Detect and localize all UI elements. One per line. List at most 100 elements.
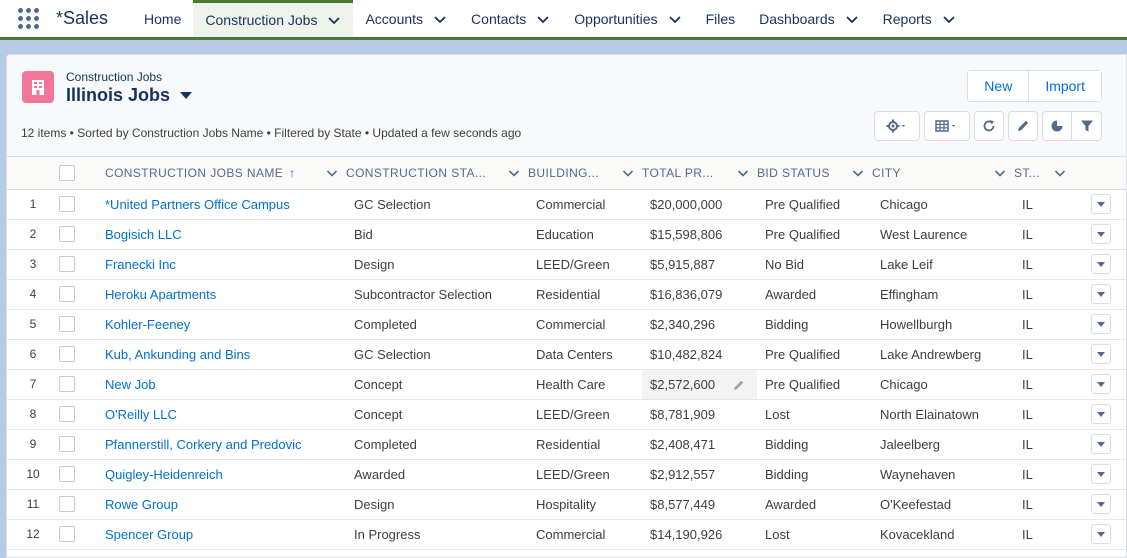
- name-cell: O'Reilly LLC: [105, 399, 346, 430]
- row-action-menu-button[interactable]: [1091, 494, 1111, 514]
- row-action-menu-button[interactable]: [1091, 224, 1111, 244]
- record-link[interactable]: Spencer Group: [105, 527, 193, 542]
- row-checkbox[interactable]: [59, 436, 75, 453]
- row-action-menu-button[interactable]: [1091, 314, 1111, 334]
- row-action-menu-button[interactable]: [1091, 284, 1111, 304]
- record-link[interactable]: Franecki Inc: [105, 257, 176, 272]
- construction-stage-cell: Awarded: [346, 459, 528, 490]
- row-number: 10: [7, 459, 59, 490]
- column-menu-chevron-icon[interactable]: [508, 167, 520, 179]
- chevron-down-icon[interactable]: [845, 12, 859, 26]
- cell-value: IL: [1022, 316, 1033, 332]
- record-link[interactable]: Pfannerstill, Corkery and Predovic: [105, 437, 302, 452]
- filters-button[interactable]: [1072, 111, 1102, 141]
- chevron-down-icon[interactable]: [433, 12, 447, 26]
- column-header[interactable]: Bid Status: [757, 157, 872, 190]
- record-link[interactable]: Kub, Ankunding and Bins: [105, 347, 250, 362]
- row-action-menu-button[interactable]: [1091, 344, 1111, 364]
- cell-value: Lake Leif: [880, 256, 933, 272]
- row-checkbox[interactable]: [59, 406, 75, 423]
- row-checkbox[interactable]: [59, 346, 75, 363]
- new-button[interactable]: New: [968, 71, 1029, 101]
- record-link[interactable]: O'Reilly LLC: [105, 407, 177, 422]
- record-link[interactable]: Bogisich LLC: [105, 227, 182, 242]
- table-row: 8 O'Reilly LLC Concept LEED/Green $8,781,909…: [7, 399, 1126, 430]
- record-link[interactable]: New Job: [105, 377, 156, 392]
- record-link[interactable]: Heroku Apartments: [105, 287, 216, 302]
- row-action-menu-button[interactable]: [1091, 434, 1111, 454]
- caret-down-icon: [1097, 261, 1105, 267]
- row-checkbox[interactable]: [59, 496, 75, 513]
- select-all-checkbox[interactable]: [59, 164, 75, 181]
- record-link[interactable]: Kohler-Feeney: [105, 317, 190, 332]
- table-row: 10 Quigley-Heidenreich Awarded LEED/Green $2…: [7, 459, 1126, 490]
- display-as-button[interactable]: [924, 111, 970, 141]
- chevron-down-icon[interactable]: [668, 12, 682, 26]
- column-header[interactable]: Construction Sta...: [346, 157, 528, 190]
- row-checkbox[interactable]: [59, 526, 75, 543]
- building-type-cell: Commercial: [528, 519, 642, 550]
- row-checkbox[interactable]: [59, 466, 75, 483]
- cell-value: IL: [1022, 286, 1033, 302]
- row-number: 9: [7, 429, 59, 460]
- pencil-icon[interactable]: [733, 379, 745, 391]
- total-price-cell[interactable]: $2,572,600: [642, 369, 757, 400]
- cell-value: LEED/Green: [536, 466, 610, 482]
- row-select-cell: [59, 279, 105, 310]
- table-row: 2 Bogisich LLC Bid Education $15,598,806 Pre …: [7, 219, 1126, 250]
- state-cell: IL: [1014, 219, 1074, 250]
- column-header[interactable]: Building...: [528, 157, 642, 190]
- nav-tab-home[interactable]: Home: [132, 0, 193, 37]
- inline-edit-button[interactable]: [1008, 111, 1038, 141]
- nav-tab-reports[interactable]: Reports: [871, 0, 968, 37]
- cell-value: Concept: [354, 376, 403, 392]
- cell-value: IL: [1022, 256, 1033, 272]
- column-header[interactable]: St...: [1014, 157, 1074, 190]
- cell-value: Concept: [354, 406, 403, 422]
- nav-tab-files[interactable]: Files: [694, 0, 748, 37]
- nav-tab-contacts[interactable]: Contacts: [459, 0, 562, 37]
- chevron-down-icon[interactable]: [942, 12, 956, 26]
- column-menu-chevron-icon[interactable]: [737, 167, 749, 179]
- building-type-cell: Residential: [528, 279, 642, 310]
- row-action-menu-button[interactable]: [1091, 194, 1111, 214]
- row-checkbox[interactable]: [59, 196, 75, 213]
- chevron-down-icon[interactable]: [536, 12, 550, 26]
- list-view-selector[interactable]: Illinois Jobs: [66, 85, 193, 106]
- nav-tab-dashboards[interactable]: Dashboards: [747, 0, 871, 37]
- record-link[interactable]: Quigley-Heidenreich: [105, 467, 223, 482]
- app-launcher-icon[interactable]: [0, 0, 56, 37]
- row-checkbox[interactable]: [59, 316, 75, 333]
- record-link[interactable]: *United Partners Office Campus: [105, 197, 290, 212]
- nav-tab-opportunities[interactable]: Opportunities: [562, 0, 693, 37]
- column-menu-chevron-icon[interactable]: [622, 167, 634, 179]
- list-settings-button[interactable]: [874, 111, 920, 141]
- column-header[interactable]: Total Pr...: [642, 157, 757, 190]
- nav-tab-construction-jobs[interactable]: Construction Jobs: [193, 0, 354, 37]
- row-checkbox[interactable]: [59, 376, 75, 393]
- column-menu-chevron-icon[interactable]: [326, 167, 338, 179]
- column-menu-chevron-icon[interactable]: [994, 167, 1006, 179]
- chevron-down-icon[interactable]: [327, 13, 341, 27]
- row-action-menu-button[interactable]: [1091, 374, 1111, 394]
- charts-button[interactable]: [1042, 111, 1072, 141]
- record-link[interactable]: Rowe Group: [105, 497, 178, 512]
- records-table: Construction Jobs Name ↑ Construction Sta.…: [7, 157, 1126, 550]
- column-header-label: Construction Sta...: [346, 165, 487, 180]
- column-menu-chevron-icon[interactable]: [1054, 167, 1066, 179]
- row-action-menu-button[interactable]: [1091, 464, 1111, 484]
- row-checkbox[interactable]: [59, 226, 75, 243]
- import-button[interactable]: Import: [1028, 71, 1101, 101]
- refresh-button[interactable]: [974, 111, 1004, 141]
- column-header[interactable]: City: [872, 157, 1014, 190]
- cell-value: LEED/Green: [536, 256, 610, 272]
- row-action-menu-button[interactable]: [1091, 254, 1111, 274]
- row-checkbox[interactable]: [59, 256, 75, 273]
- row-action-menu-button[interactable]: [1091, 524, 1111, 544]
- column-header[interactable]: Construction Jobs Name ↑: [105, 157, 346, 190]
- row-action-menu-button[interactable]: [1091, 404, 1111, 424]
- row-checkbox[interactable]: [59, 286, 75, 303]
- column-menu-chevron-icon[interactable]: [852, 167, 864, 179]
- cell-value: Effingham: [880, 286, 939, 302]
- nav-tab-accounts[interactable]: Accounts: [353, 0, 459, 37]
